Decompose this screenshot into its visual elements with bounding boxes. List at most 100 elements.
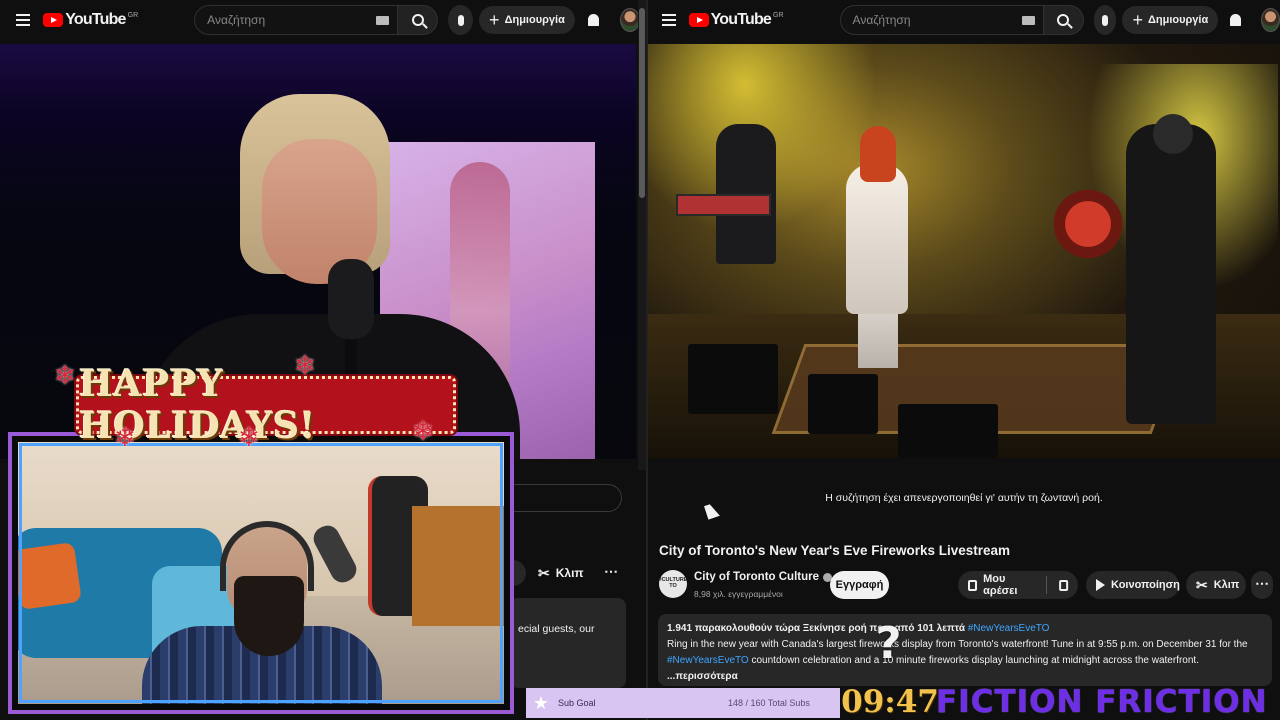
like-separator xyxy=(1046,576,1047,594)
scissors-icon: ✂ xyxy=(1196,576,1208,593)
youtube-play-icon xyxy=(43,13,64,27)
create-button[interactable]: + Δημιουργία xyxy=(1122,6,1219,34)
create-label: Δημιουργία xyxy=(1147,14,1209,26)
description-text: countdown celebration and a 10 minute fi… xyxy=(748,655,1199,666)
stage-speaker xyxy=(898,404,998,458)
holiday-banner-text: HAPPY HOLIDAYS! xyxy=(79,363,316,447)
channel-brand-text: FICTION FRICTION xyxy=(936,684,1268,720)
share-label: Κοινοποίηση xyxy=(1111,579,1180,591)
plus-icon: + xyxy=(489,10,500,30)
search-bar: Αναζήτηση xyxy=(194,5,439,35)
description-box[interactable]: 1.941 παρακολουθούν τώρα Ξεκίνησε ροή πρ… xyxy=(658,614,1272,686)
channel-avatar[interactable]: #CULTURE TO xyxy=(659,570,687,598)
menu-icon[interactable] xyxy=(654,0,685,40)
youtube-wordmark: YouTube xyxy=(65,11,126,28)
notifications-button[interactable] xyxy=(581,5,606,35)
create-button[interactable]: + Δημιουργία xyxy=(479,6,575,34)
guitarist-head xyxy=(1153,114,1193,154)
search-placeholder: Αναζήτηση xyxy=(852,13,911,27)
description-line: Ring in the new year with Canada's large… xyxy=(667,639,1248,650)
search-icon xyxy=(411,14,424,26)
avatar[interactable] xyxy=(619,8,640,32)
bell-icon xyxy=(1230,14,1242,26)
clip-button[interactable]: ✂ Κλιπ xyxy=(1186,571,1246,599)
left-clip-button[interactable]: ✂ Κλιπ xyxy=(538,560,584,586)
thumb-down-icon[interactable] xyxy=(1058,579,1069,591)
left-clip-label: Κλιπ xyxy=(555,566,584,580)
menu-icon[interactable] xyxy=(6,0,39,40)
bell-icon xyxy=(587,14,599,26)
singer-image xyxy=(846,164,908,314)
snowflake-icon: ❄ xyxy=(54,360,76,390)
share-icon xyxy=(1096,579,1105,591)
country-code: GR xyxy=(773,11,784,19)
more-actions-icon[interactable]: ⋯ xyxy=(1251,571,1273,599)
subscriber-count: 8,98 χιλ. εγγεγραμμένοι xyxy=(694,589,783,599)
right-youtube-header: YouTube GR Αναζήτηση + Δημιουργία xyxy=(648,0,1280,40)
share-button[interactable]: Κοινοποίηση xyxy=(1086,571,1180,599)
mouse-cursor xyxy=(704,502,720,520)
keyboard-icon[interactable] xyxy=(376,16,390,25)
singer-hair xyxy=(860,126,896,182)
scrollbar-thumb[interactable] xyxy=(639,8,645,198)
channel-name[interactable]: City of Toronto Culture xyxy=(694,571,832,583)
mic-icon xyxy=(457,14,464,26)
plus-icon: + xyxy=(1132,10,1143,30)
search-button[interactable] xyxy=(398,5,439,35)
hashtag-link[interactable]: #NewYearsEveTO xyxy=(968,623,1050,634)
star-icon: ★ xyxy=(532,692,550,713)
scissors-icon: ✂ xyxy=(538,564,550,581)
search-placeholder: Αναζήτηση xyxy=(207,13,266,27)
like-dislike-group: Μου αρέσει xyxy=(958,571,1078,599)
search-button[interactable] xyxy=(1043,5,1084,35)
mic-icon xyxy=(1101,14,1108,26)
snowflake-icon: ❄ xyxy=(114,422,136,452)
search-input[interactable]: Αναζήτηση xyxy=(839,5,1044,35)
chat-disabled-message: Η συζήτηση έχει απενεργοποιηθεί γι' αυτή… xyxy=(825,492,1103,504)
notifications-button[interactable] xyxy=(1224,5,1247,35)
guitarist-image xyxy=(1126,124,1216,424)
stage-speaker xyxy=(808,374,878,434)
search-bar: Αναζήτηση xyxy=(839,5,1084,35)
drum-kit-image xyxy=(1048,184,1128,264)
left-more-actions-icon[interactable]: ⋯ xyxy=(604,563,618,580)
sub-goal-widget: ★ Sub Goal 148 / 160 Total Subs xyxy=(526,688,840,718)
snowflake-icon: ❄ xyxy=(238,422,260,452)
country-code: GR xyxy=(127,11,139,19)
clock-display: 09:47 xyxy=(841,684,939,720)
webcam-overlay xyxy=(8,432,514,714)
webcam-frame xyxy=(12,436,510,710)
sub-goal-label: Sub Goal xyxy=(558,698,596,708)
voice-search-button[interactable] xyxy=(1093,5,1117,35)
sub-goal-count: 148 / 160 Total Subs xyxy=(728,698,810,708)
avatar[interactable] xyxy=(1261,8,1280,32)
question-mark-overlay: ? xyxy=(876,618,902,669)
screen: YouTube GR Αναζήτηση + Δημιουργία ✂ Κλιπ… xyxy=(0,0,1280,720)
youtube-logo[interactable]: YouTube GR xyxy=(688,11,784,29)
clip-label: Κλιπ xyxy=(1213,579,1240,591)
stage-speaker xyxy=(688,344,778,414)
youtube-logo[interactable]: YouTube GR xyxy=(43,11,138,29)
left-description-box[interactable]: ecial guests, our xyxy=(510,598,626,688)
description-line: #NewYearsEveTO countdown celebration and… xyxy=(667,653,1263,669)
search-input[interactable]: Αναζήτηση xyxy=(194,5,399,35)
create-label: Δημιουργία xyxy=(504,14,565,26)
hashtag-link[interactable]: #NewYearsEveTO xyxy=(667,655,749,666)
show-more-link[interactable]: ...περισσότερα xyxy=(667,669,1263,685)
view-stats: 1.941 παρακολουθούν τώρα Ξεκίνησε ροή πρ… xyxy=(667,623,965,634)
youtube-play-icon xyxy=(688,13,709,27)
channel-name-label: City of Toronto Culture xyxy=(694,571,819,583)
description-stats-line: 1.941 παρακολουθούν τώρα Ξεκίνησε ροή πρ… xyxy=(667,621,1263,637)
keyboard-instrument-image xyxy=(676,194,771,216)
left-scrollbar[interactable] xyxy=(638,0,646,470)
left-description-text: ecial guests, our xyxy=(518,623,595,635)
thumb-up-icon[interactable] xyxy=(968,579,978,591)
subscribe-button[interactable]: Εγγραφή xyxy=(830,571,889,599)
like-button[interactable]: Μου αρέσει xyxy=(983,573,1034,597)
voice-search-button[interactable] xyxy=(448,5,474,35)
holiday-banner: HAPPY HOLIDAYS! ❄ ❄ ❄ ❄ ❄ xyxy=(54,352,460,450)
keyboard-icon[interactable] xyxy=(1021,16,1035,25)
search-icon xyxy=(1057,14,1070,26)
right-video-player[interactable] xyxy=(648,44,1280,458)
youtube-wordmark: YouTube xyxy=(710,11,772,28)
